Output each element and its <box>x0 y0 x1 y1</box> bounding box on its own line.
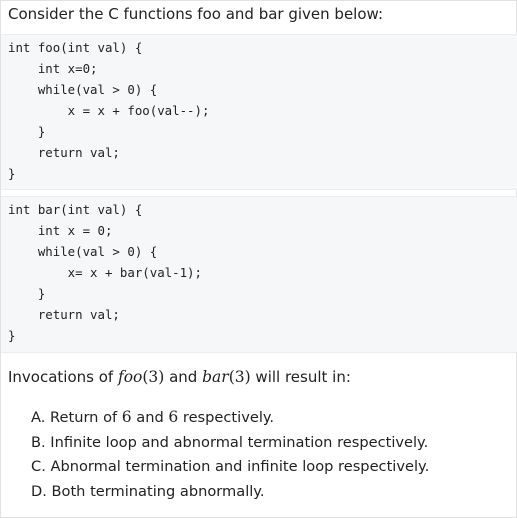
foo-call-argument: (3) <box>142 368 165 386</box>
foo-function-name: foo <box>117 368 143 386</box>
question-text: Invocations of foo(3) and bar(3) will re… <box>8 367 351 387</box>
option-a-number-1: 6 <box>121 408 132 426</box>
foo-call-math: foo(3) <box>118 368 164 386</box>
option-a-prefix: A. Return of <box>31 409 122 426</box>
option-b[interactable]: B. Infinite loop and abnormal terminatio… <box>31 431 429 456</box>
question-prefix: Invocations of <box>8 368 118 386</box>
code-line: return val; <box>8 307 120 322</box>
code-line: } <box>8 166 16 181</box>
option-a-middle: and <box>131 409 169 426</box>
option-a-number-2: 6 <box>168 408 179 426</box>
code-line: x = x + foo(val--); <box>8 103 210 118</box>
option-c[interactable]: C. Abnormal termination and infinite loo… <box>31 455 429 480</box>
code-block-bar: int bar(int val) { int x = 0; while(val … <box>1 196 517 353</box>
code-block-foo: int foo(int val) { int x=0; while(val > … <box>1 34 517 190</box>
question-card: Consider the C functions foo and bar giv… <box>0 0 517 518</box>
option-a-suffix: respectively. <box>178 409 275 426</box>
code-line: int foo(int val) { <box>8 40 143 55</box>
question-conjunction: and <box>164 368 203 386</box>
intro-text: Consider the C functions foo and bar giv… <box>8 5 384 23</box>
code-line: int bar(int val) { <box>8 202 143 217</box>
question-suffix: will result in: <box>250 368 351 386</box>
code-line: while(val > 0) { <box>8 244 158 259</box>
code-line: } <box>8 286 46 301</box>
code-line: } <box>8 328 16 343</box>
bar-call-math: bar(3) <box>202 368 251 386</box>
option-d[interactable]: D. Both terminating abnormally. <box>31 480 429 505</box>
code-line: return val; <box>8 145 120 160</box>
bar-call-argument: (3) <box>228 368 251 386</box>
option-a[interactable]: A. Return of 6 and 6 respectively. <box>31 405 429 431</box>
code-line: int x = 0; <box>8 223 113 238</box>
bar-function-name: bar <box>202 368 229 386</box>
code-line: int x=0; <box>8 61 98 76</box>
code-line: x= x + bar(val-1); <box>8 265 202 280</box>
code-line: } <box>8 124 46 139</box>
answer-options: A. Return of 6 and 6 respectively. B. In… <box>31 405 429 504</box>
code-line: while(val > 0) { <box>8 82 158 97</box>
